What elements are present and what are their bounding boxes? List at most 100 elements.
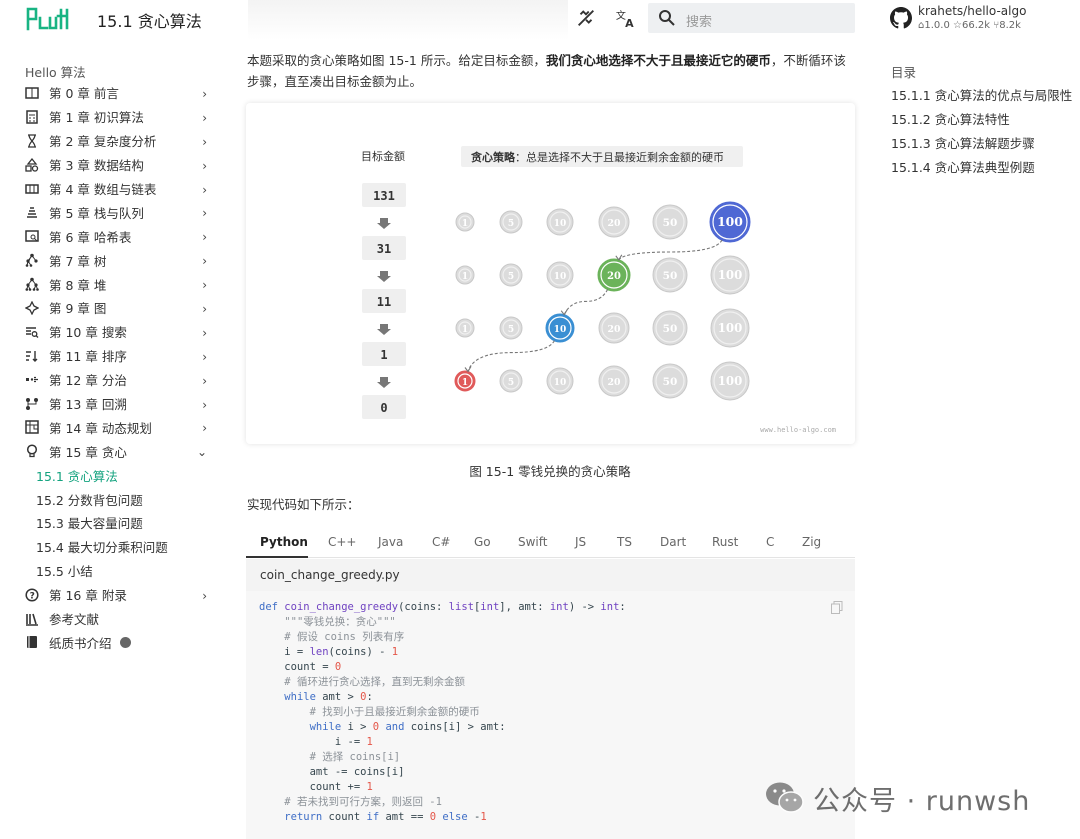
toc-item[interactable]: 15.1.1 贪心算法的优点与局限性 <box>891 82 1072 106</box>
tab-c[interactable]: C++ <box>328 535 357 549</box>
repo-forks: 8.2k <box>999 20 1021 31</box>
tab-rust[interactable]: Rust <box>712 535 738 549</box>
code-block[interactable]: def coin_change_greedy(coins: list[int],… <box>246 591 855 839</box>
copy-icon[interactable] <box>831 601 843 614</box>
target-amount-label: 目标金额 <box>361 149 405 163</box>
amount-value: 11 <box>377 295 391 309</box>
sidebar-item[interactable]: 第 12 章 分治 › <box>25 368 215 392</box>
coin-label: 5 <box>508 378 514 388</box>
coin-label: 50 <box>663 270 678 282</box>
toc-item[interactable]: 15.1.2 贪心算法特性 <box>891 106 1072 130</box>
sidebar-item-label: 第 0 章 前言 <box>49 86 119 102</box>
chevron-right-icon: › <box>202 230 207 245</box>
sidebar-subitem[interactable]: 15.3 最大容量问题 <box>25 511 215 535</box>
tab-swift[interactable]: Swift <box>518 535 547 549</box>
tab-c[interactable]: C <box>766 535 774 549</box>
coin-label: 20 <box>608 324 621 335</box>
sidebar-item[interactable]: 第 15 章 贪心 ⌄ <box>25 439 215 463</box>
chevron-right-icon: › <box>202 397 207 412</box>
sidebar-item[interactable]: 第 8 章 堆 › <box>25 272 215 296</box>
toc-list: 15.1.1 贪心算法的优点与局限性 15.1.2 贪心算法特性 15.1.3 贪心… <box>891 82 1072 178</box>
sidebar-item-label: 第 8 章 堆 <box>49 277 107 293</box>
sidebar-subitem[interactable]: 15.2 分数背包问题 <box>25 487 215 511</box>
coin-label: 100 <box>718 374 743 388</box>
wechat-icon <box>766 782 804 813</box>
coin-label: 10 <box>554 325 567 335</box>
chevron-right-icon: › <box>202 421 207 436</box>
github-icon <box>890 7 912 29</box>
toc-item[interactable]: 15.1.3 贪心算法解题步骤 <box>891 130 1072 154</box>
sidebar-item[interactable]: ? 第 16 章 附录 › <box>25 583 215 607</box>
tree-icon <box>25 253 38 267</box>
strategy-rest: ：总是选择不大于且最接近剩余金额的硬币 <box>515 150 724 164</box>
sidebar-item[interactable]: 第 4 章 数组与链表 › <box>25 177 215 201</box>
sidebar-item[interactable]: 第 7 章 树 › <box>25 248 215 272</box>
coin-label: 10 <box>554 219 567 229</box>
sidebar-item[interactable]: 第 11 章 排序 › <box>25 344 215 368</box>
sidebar-subitem[interactable]: 15.5 小结 <box>25 559 215 583</box>
search-input[interactable]: 搜索 <box>648 3 855 33</box>
chevron-right-icon: › <box>202 302 207 317</box>
sidebar-item[interactable]: 第 5 章 栈与队列 › <box>25 200 215 224</box>
sidebar-item[interactable]: 第 1 章 初识算法 › <box>25 105 215 129</box>
toggle-theme-icon[interactable] <box>575 7 597 29</box>
sidebar-item-label: 第 3 章 数据结构 <box>49 158 144 174</box>
sidebar-item[interactable]: 纸质书介绍 <box>25 630 215 654</box>
selection-path <box>467 340 555 372</box>
sidebar-item-label: 第 15 章 贪心 <box>49 444 127 460</box>
coin-label: 100 <box>718 321 743 335</box>
repo-name: krahets/hello-algo <box>918 4 1027 18</box>
sidebar-item[interactable]: 第 14 章 动态规划 › <box>25 415 215 439</box>
external-link-icon <box>119 636 131 648</box>
active-tab-indicator <box>246 556 308 558</box>
sidebar-item[interactable]: 第 10 章 搜索 › <box>25 320 215 344</box>
sidebar-item-label: 第 9 章 图 <box>49 301 107 317</box>
tab-java[interactable]: Java <box>378 535 403 549</box>
grid-icon <box>25 420 39 435</box>
sidebar-item[interactable]: 第 2 章 复杂度分析 › <box>25 129 215 153</box>
tab-zig[interactable]: Zig <box>802 535 821 549</box>
sidebar-item[interactable]: 第 3 章 数据结构 › <box>25 153 215 177</box>
site-logo[interactable] <box>25 6 71 32</box>
search-icon <box>659 10 675 26</box>
sidebar-item[interactable]: 参考文献 <box>25 607 215 631</box>
tab-python[interactable]: Python <box>260 535 308 549</box>
tab-js[interactable]: JS <box>575 535 586 549</box>
sidebar-item-label: 第 13 章 回溯 <box>49 397 127 413</box>
down-arrow-icon <box>377 218 391 229</box>
sidebar-item[interactable]: 第 13 章 回溯 › <box>25 392 215 416</box>
chevron-right-icon: › <box>202 278 207 293</box>
coin-label: 50 <box>663 323 678 335</box>
coin-label: 100 <box>717 214 743 229</box>
sidebar-item[interactable]: 第 9 章 图 › <box>25 296 215 320</box>
down-arrow-icon <box>377 377 391 388</box>
translate-icon[interactable]: 文 A <box>615 7 637 29</box>
tab-dart[interactable]: Dart <box>660 535 686 549</box>
coin-label: 20 <box>608 377 621 388</box>
sidebar-subitem[interactable]: 15.4 最大切分乘积问题 <box>25 535 215 559</box>
strategy-bold: 贪心策略 <box>470 150 516 164</box>
sidebar-item-label: 参考文献 <box>49 612 100 628</box>
down-arrow-icon <box>377 271 391 282</box>
chevron-right-icon: › <box>202 349 207 364</box>
repo-version: 1.0.0 <box>924 20 950 31</box>
sidebar-item[interactable]: 第 6 章 哈希表 › <box>25 224 215 248</box>
toc-item[interactable]: 15.1.4 贪心算法典型例题 <box>891 154 1072 178</box>
language-tabs: Python C++ Java C# Go Swift JS TS Dart Rust C Zig <box>246 528 855 558</box>
code-file-header: coin_change_greedy.py <box>246 559 855 591</box>
search-placeholder: 搜索 <box>686 15 713 30</box>
coin-label: 50 <box>663 376 678 388</box>
figure-caption: 图 15-1 零钱兑换的贪心策略 <box>469 464 631 479</box>
amount-value: 31 <box>377 242 391 256</box>
tab-c[interactable]: C# <box>432 535 450 549</box>
watermark-text: 公众号 · runwsh <box>813 785 1031 817</box>
sidebar-item-label: 第 7 章 树 <box>49 253 107 269</box>
sidebar-item[interactable]: 第 0 章 前言 › <box>25 81 215 105</box>
sidebar-nav: 第 0 章 前言 › 第 1 章 初识算法 › 第 2 章 复杂度分析 › 第 3 章 数据… <box>25 81 215 654</box>
tab-go[interactable]: Go <box>474 535 491 549</box>
repo-stats: ⌂1.0.0 ☆66.2k ⑂8.2k <box>918 20 1021 31</box>
chevron-right-icon: › <box>202 325 207 340</box>
tab-ts[interactable]: TS <box>617 535 632 549</box>
coin-label: 10 <box>554 378 567 388</box>
lightbulb-icon <box>26 444 38 458</box>
